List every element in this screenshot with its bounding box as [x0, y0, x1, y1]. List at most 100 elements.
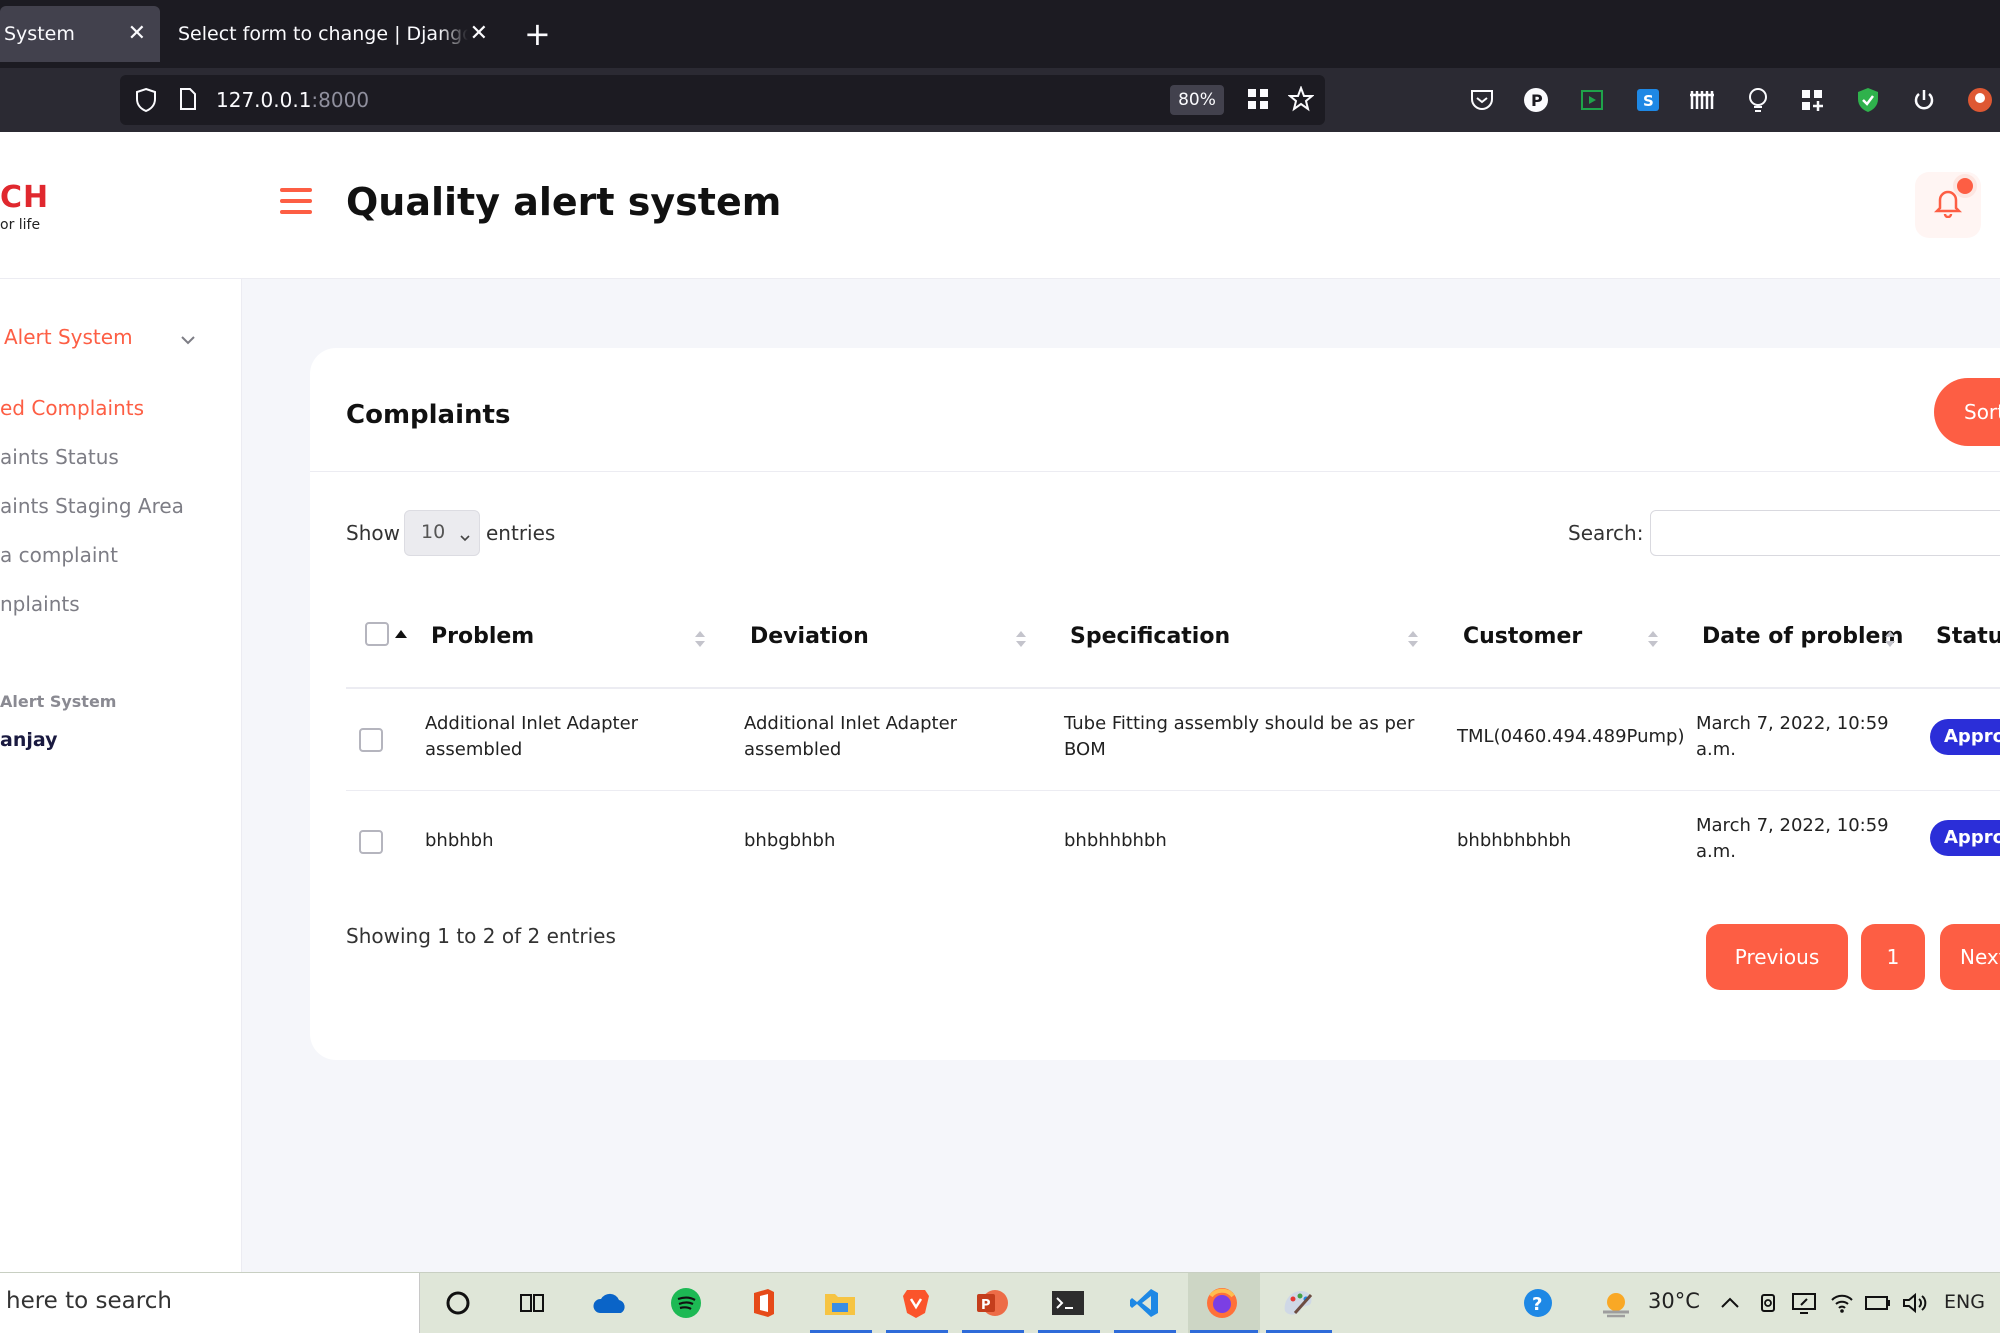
- taskbar-search-box[interactable]: here to search: [0, 1273, 420, 1333]
- spotify-icon[interactable]: [666, 1283, 706, 1323]
- office-icon[interactable]: [744, 1283, 784, 1323]
- cell-specification: Tube Fitting assembly should be as per B…: [1064, 713, 1415, 760]
- powerpoint-icon[interactable]: P: [972, 1283, 1012, 1323]
- notifications-button[interactable]: [1915, 172, 1981, 238]
- company-logo[interactable]: CH or life: [0, 180, 49, 233]
- paint-icon[interactable]: [1278, 1283, 1318, 1323]
- header-divider: [346, 687, 2000, 689]
- terminal-icon[interactable]: [1048, 1283, 1088, 1323]
- video-extension-icon[interactable]: [1576, 84, 1608, 116]
- wifi-icon[interactable]: [1822, 1283, 1862, 1323]
- page-info-icon[interactable]: [178, 87, 198, 115]
- file-explorer-icon[interactable]: [820, 1283, 860, 1323]
- close-tab-icon[interactable]: ✕: [128, 20, 146, 48]
- chevron-up-icon[interactable]: [1710, 1283, 1750, 1323]
- sort-icon[interactable]: [1407, 629, 1419, 649]
- extensions-grid-icon[interactable]: [1246, 87, 1270, 115]
- svg-text:?: ?: [1532, 1294, 1542, 1315]
- pocket-icon[interactable]: [1466, 84, 1498, 116]
- column-header-specification[interactable]: Specification: [1070, 624, 1230, 649]
- column-header-deviation[interactable]: Deviation: [750, 624, 869, 649]
- weather-icon[interactable]: [1596, 1283, 1636, 1323]
- cell-customer: bhbhbhbhbh: [1457, 830, 1572, 851]
- status-badge: Approved: [1930, 719, 2000, 755]
- cell-problem: bhbhbh: [425, 830, 494, 851]
- svg-text:S: S: [1643, 92, 1654, 110]
- sidebar: Alert System ed Complaints aints Status …: [0, 279, 242, 1272]
- cell-date: March 7, 2022, 10:59 a.m.: [1696, 815, 1889, 862]
- task-view-icon[interactable]: [512, 1283, 552, 1323]
- sidebar-user-name[interactable]: anjay: [0, 729, 57, 751]
- sidebar-item-complaints[interactable]: ed Complaints: [0, 396, 144, 420]
- sidebar-item-all-complaints[interactable]: nplaints: [0, 592, 80, 616]
- column-header-customer[interactable]: Customer: [1463, 624, 1582, 649]
- status-badge: Approved: [1930, 820, 2000, 856]
- s-extension-icon[interactable]: S: [1632, 84, 1664, 116]
- sort-icon[interactable]: [1647, 629, 1659, 649]
- cell-deviation: bhbgbhbh: [744, 830, 836, 851]
- duckduckgo-icon[interactable]: [1964, 84, 1996, 116]
- page-length-value: 10: [421, 521, 446, 543]
- sidebar-item-complaints-status[interactable]: aints Status: [0, 445, 119, 469]
- cell-date: March 7, 2022, 10:59 a.m.: [1696, 713, 1889, 760]
- pagination-previous-button[interactable]: Previous: [1706, 924, 1848, 990]
- tray-app-icon[interactable]: [1748, 1283, 1788, 1323]
- row-checkbox[interactable]: [359, 830, 383, 854]
- complaints-card: Complaints Sort Show 10 entries Search: …: [310, 348, 2000, 1060]
- apps-extension-icon[interactable]: [1796, 84, 1828, 116]
- volume-icon[interactable]: [1894, 1283, 1934, 1323]
- cell-specification: bhbhhbhbh: [1064, 830, 1167, 851]
- barcode-extension-icon[interactable]: [1686, 84, 1718, 116]
- sidebar-item-add-complaint[interactable]: a complaint: [0, 543, 118, 567]
- p-extension-icon[interactable]: P: [1520, 84, 1552, 116]
- bookmark-star-icon[interactable]: [1287, 85, 1315, 116]
- select-all-checkbox[interactable]: [365, 622, 389, 646]
- row-divider: [346, 790, 2000, 791]
- input-language[interactable]: ENG: [1944, 1291, 1985, 1313]
- vscode-icon[interactable]: [1124, 1283, 1164, 1323]
- search-input[interactable]: [1650, 510, 2000, 556]
- sort-icon[interactable]: [1015, 629, 1027, 649]
- battery-icon[interactable]: [1858, 1283, 1898, 1323]
- windows-taskbar: here to search P ? 30°C ENG: [0, 1272, 2000, 1333]
- cell-customer: TML(0460.494.489Pump): [1457, 726, 1685, 747]
- row-checkbox[interactable]: [359, 728, 383, 752]
- firefox-icon[interactable]: [1202, 1283, 1242, 1323]
- hamburger-menu-icon[interactable]: [280, 188, 312, 214]
- page-length-select[interactable]: 10: [404, 510, 480, 556]
- cell-problem: Additional Inlet Adapter assembled: [425, 713, 639, 760]
- pagination-page-button[interactable]: 1: [1861, 924, 1925, 990]
- svg-text:P: P: [1531, 91, 1543, 110]
- column-header-problem[interactable]: Problem: [431, 624, 534, 649]
- column-header-date[interactable]: Date of problem: [1702, 624, 1903, 649]
- pagination-next-button[interactable]: Next: [1940, 924, 2000, 990]
- sidebar-item-staging-area[interactable]: aints Staging Area: [0, 494, 184, 518]
- sort-asc-icon[interactable]: [394, 624, 408, 643]
- shield-check-extension-icon[interactable]: [1852, 84, 1884, 116]
- address-bar[interactable]: 127.0.0.1:8000 80%: [120, 75, 1325, 125]
- notification-dot: [1953, 174, 1977, 198]
- zoom-level[interactable]: 80%: [1170, 85, 1224, 115]
- sidebar-group-alert-system[interactable]: Alert System: [4, 325, 204, 355]
- new-tab-button[interactable]: +: [524, 14, 551, 54]
- lightbulb-extension-icon[interactable]: [1742, 84, 1774, 116]
- browser-tab-django[interactable]: Select form to change | Django site ✕: [162, 6, 502, 62]
- browser-nav-bar: 127.0.0.1:8000 80% P S: [0, 68, 2000, 132]
- chevron-down-icon: [459, 526, 471, 548]
- weather-temperature[interactable]: 30°C: [1648, 1289, 1700, 1313]
- brave-browser-icon[interactable]: [896, 1283, 936, 1323]
- onedrive-icon[interactable]: [590, 1283, 630, 1323]
- power-icon[interactable]: [1908, 84, 1940, 116]
- column-header-status[interactable]: Status: [1936, 624, 2000, 649]
- cell-deviation: Additional Inlet Adapter assembled: [744, 713, 958, 760]
- sort-button[interactable]: Sort: [1934, 378, 2000, 446]
- sort-icon[interactable]: [1884, 629, 1896, 649]
- browser-tab-system[interactable]: System ✕: [0, 6, 160, 62]
- sort-icon[interactable]: [694, 629, 706, 649]
- cortana-icon[interactable]: [438, 1283, 478, 1323]
- close-tab-icon[interactable]: ✕: [470, 20, 488, 48]
- help-icon[interactable]: ?: [1518, 1283, 1558, 1323]
- app-header: CH or life Quality alert system: [0, 132, 2000, 279]
- display-settings-icon[interactable]: [1784, 1283, 1824, 1323]
- tracking-shield-icon[interactable]: [134, 87, 158, 117]
